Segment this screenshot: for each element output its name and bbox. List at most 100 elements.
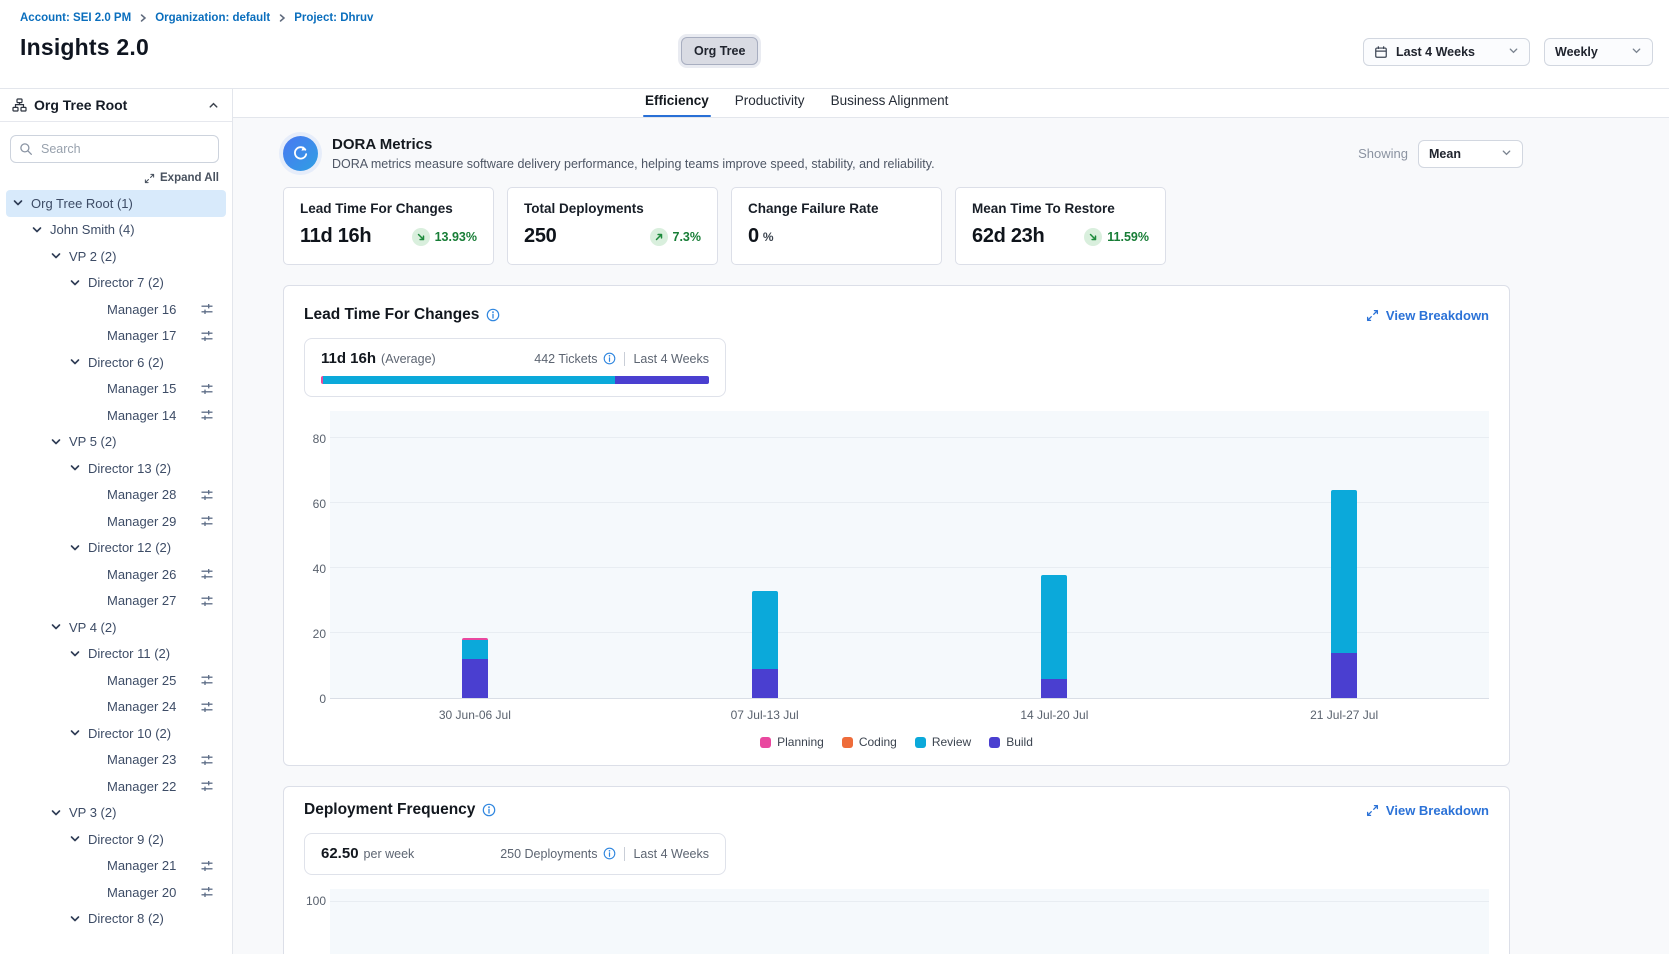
breadcrumb-link[interactable]: Organization: default [155, 12, 270, 24]
filter-sliders-icon[interactable] [200, 753, 214, 767]
chevron-down-icon[interactable] [69, 356, 82, 368]
tree-item-director-8-2[interactable]: Director 8 (2) [6, 906, 226, 933]
breadcrumb-link[interactable]: Account: SEI 2.0 PM [20, 12, 131, 24]
filter-sliders-icon[interactable] [200, 859, 214, 873]
search-input[interactable] [10, 135, 219, 163]
filter-sliders-icon[interactable] [200, 567, 214, 581]
tab-business-alignment[interactable]: Business Alignment [831, 93, 949, 117]
tree-item-manager-20[interactable]: Manager 20 [6, 879, 226, 906]
tree-item-label: VP 4 (2) [69, 620, 116, 635]
filter-sliders-icon[interactable] [200, 514, 214, 528]
org-tree-button[interactable]: Org Tree [681, 37, 758, 65]
legend-item-planning[interactable]: Planning [760, 735, 824, 749]
filter-sliders-icon[interactable] [200, 594, 214, 608]
tree-item-director-11-2[interactable]: Director 11 (2) [6, 641, 226, 668]
filter-sliders-icon[interactable] [200, 329, 214, 343]
filter-sliders-icon[interactable] [200, 779, 214, 793]
tree-item-vp-4-2[interactable]: VP 4 (2) [6, 614, 226, 641]
chevron-down-icon[interactable] [69, 833, 82, 845]
tree-item-manager-17[interactable]: Manager 17 [6, 323, 226, 350]
chevron-down-icon[interactable] [69, 542, 82, 554]
tab-efficiency[interactable]: Efficiency [645, 93, 709, 117]
sidebar-header: Org Tree Root [0, 89, 232, 122]
tree-item-label: Manager 16 [107, 302, 176, 317]
chevron-down-icon[interactable] [12, 197, 25, 209]
expand-icon [1366, 309, 1379, 322]
chevron-down-icon[interactable] [69, 913, 82, 925]
tree-item-director-12-2[interactable]: Director 12 (2) [6, 535, 226, 562]
trend-down-icon [1087, 231, 1099, 243]
chevron-down-icon [69, 277, 81, 289]
trend-value: 11.59% [1107, 230, 1149, 244]
tree-item-vp-3-2[interactable]: VP 3 (2) [6, 800, 226, 827]
info-icon[interactable] [486, 308, 500, 322]
tree-item-manager-26[interactable]: Manager 26 [6, 561, 226, 588]
tree-item-manager-22[interactable]: Manager 22 [6, 773, 226, 800]
chevron-down-icon[interactable] [69, 462, 82, 474]
metric-value-row: 11d 16h13.93% [300, 225, 477, 248]
filter-sliders-icon[interactable] [200, 408, 214, 422]
tree-item-manager-25[interactable]: Manager 25 [6, 667, 226, 694]
tree-item-manager-29[interactable]: Manager 29 [6, 508, 226, 535]
tree-item-john-smith-4[interactable]: John Smith (4) [6, 217, 226, 244]
chevron-down-icon[interactable] [69, 277, 82, 289]
breadcrumb-link[interactable]: Project: Dhruv [294, 12, 373, 24]
collapse-sidebar-button[interactable] [207, 99, 220, 112]
chevron-down-icon [1501, 147, 1512, 161]
tree-item-director-6-2[interactable]: Director 6 (2) [6, 349, 226, 376]
calendar-icon [1374, 45, 1388, 59]
tree-item-org-tree-root-1[interactable]: Org Tree Root (1) [6, 190, 226, 217]
filter-sliders-icon[interactable] [200, 302, 214, 316]
expand-all-button[interactable]: Expand All [0, 172, 219, 184]
date-range-select[interactable]: Last 4 Weeks [1363, 38, 1530, 66]
chevron-down-icon[interactable] [50, 621, 63, 633]
view-breakdown-link[interactable]: View Breakdown [1366, 803, 1489, 818]
tree-item-manager-15[interactable]: Manager 15 [6, 376, 226, 403]
tree-item-director-7-2[interactable]: Director 7 (2) [6, 270, 226, 297]
summary-qualifier: per week [364, 847, 415, 861]
metric-value-row: 62d 23h 11.59% [972, 225, 1149, 248]
filter-sliders-icon[interactable] [200, 673, 214, 687]
filter-sliders-icon [200, 302, 214, 316]
tree-item-manager-23[interactable]: Manager 23 [6, 747, 226, 774]
info-icon[interactable] [482, 803, 496, 817]
filter-sliders-icon[interactable] [200, 382, 214, 396]
chevron-down-icon [1508, 45, 1519, 59]
tree-item-manager-16[interactable]: Manager 16 [6, 296, 226, 323]
showing-select[interactable]: Mean [1418, 140, 1523, 168]
tree-item-director-10-2[interactable]: Director 10 (2) [6, 720, 226, 747]
legend-swatch [760, 737, 771, 748]
legend-item-coding[interactable]: Coding [842, 735, 897, 749]
tree-item-vp-2-2[interactable]: VP 2 (2) [6, 243, 226, 270]
lead-time-section: Lead Time For Changes View Breakdown [283, 285, 1510, 766]
tree-item-manager-28[interactable]: Manager 28 [6, 482, 226, 509]
tree-item-manager-27[interactable]: Manager 27 [6, 588, 226, 615]
chevron-down-icon[interactable] [50, 436, 63, 448]
chevron-down-icon[interactable] [31, 224, 44, 236]
filter-sliders-icon[interactable] [200, 700, 214, 714]
tree-item-manager-24[interactable]: Manager 24 [6, 694, 226, 721]
tree-item-director-13-2[interactable]: Director 13 (2) [6, 455, 226, 482]
chevron-down-icon [69, 356, 81, 368]
tree-item-manager-14[interactable]: Manager 14 [6, 402, 226, 429]
legend-item-build[interactable]: Build [989, 735, 1033, 749]
tree-item-manager-21[interactable]: Manager 21 [6, 853, 226, 880]
dora-cycle-icon [283, 136, 318, 171]
granularity-select[interactable]: Weekly [1544, 38, 1653, 66]
view-breakdown-link[interactable]: View Breakdown [1366, 308, 1489, 323]
metric-value: 62d 23h [972, 225, 1044, 248]
tree-item-director-9-2[interactable]: Director 9 (2) [6, 826, 226, 853]
chevron-down-icon[interactable] [50, 250, 63, 262]
info-icon[interactable] [603, 352, 616, 365]
filter-sliders-icon[interactable] [200, 885, 214, 899]
chevron-down-icon[interactable] [69, 648, 82, 660]
filter-sliders-icon[interactable] [200, 488, 214, 502]
tree-item-label: Manager 27 [107, 593, 176, 608]
legend-item-review[interactable]: Review [915, 735, 971, 749]
tree-item-vp-5-2[interactable]: VP 5 (2) [6, 429, 226, 456]
tab-productivity[interactable]: Productivity [735, 93, 805, 117]
y-tick-label: 80 [313, 432, 326, 446]
chevron-down-icon[interactable] [69, 727, 82, 739]
info-icon[interactable] [603, 847, 616, 860]
chevron-down-icon[interactable] [50, 807, 63, 819]
